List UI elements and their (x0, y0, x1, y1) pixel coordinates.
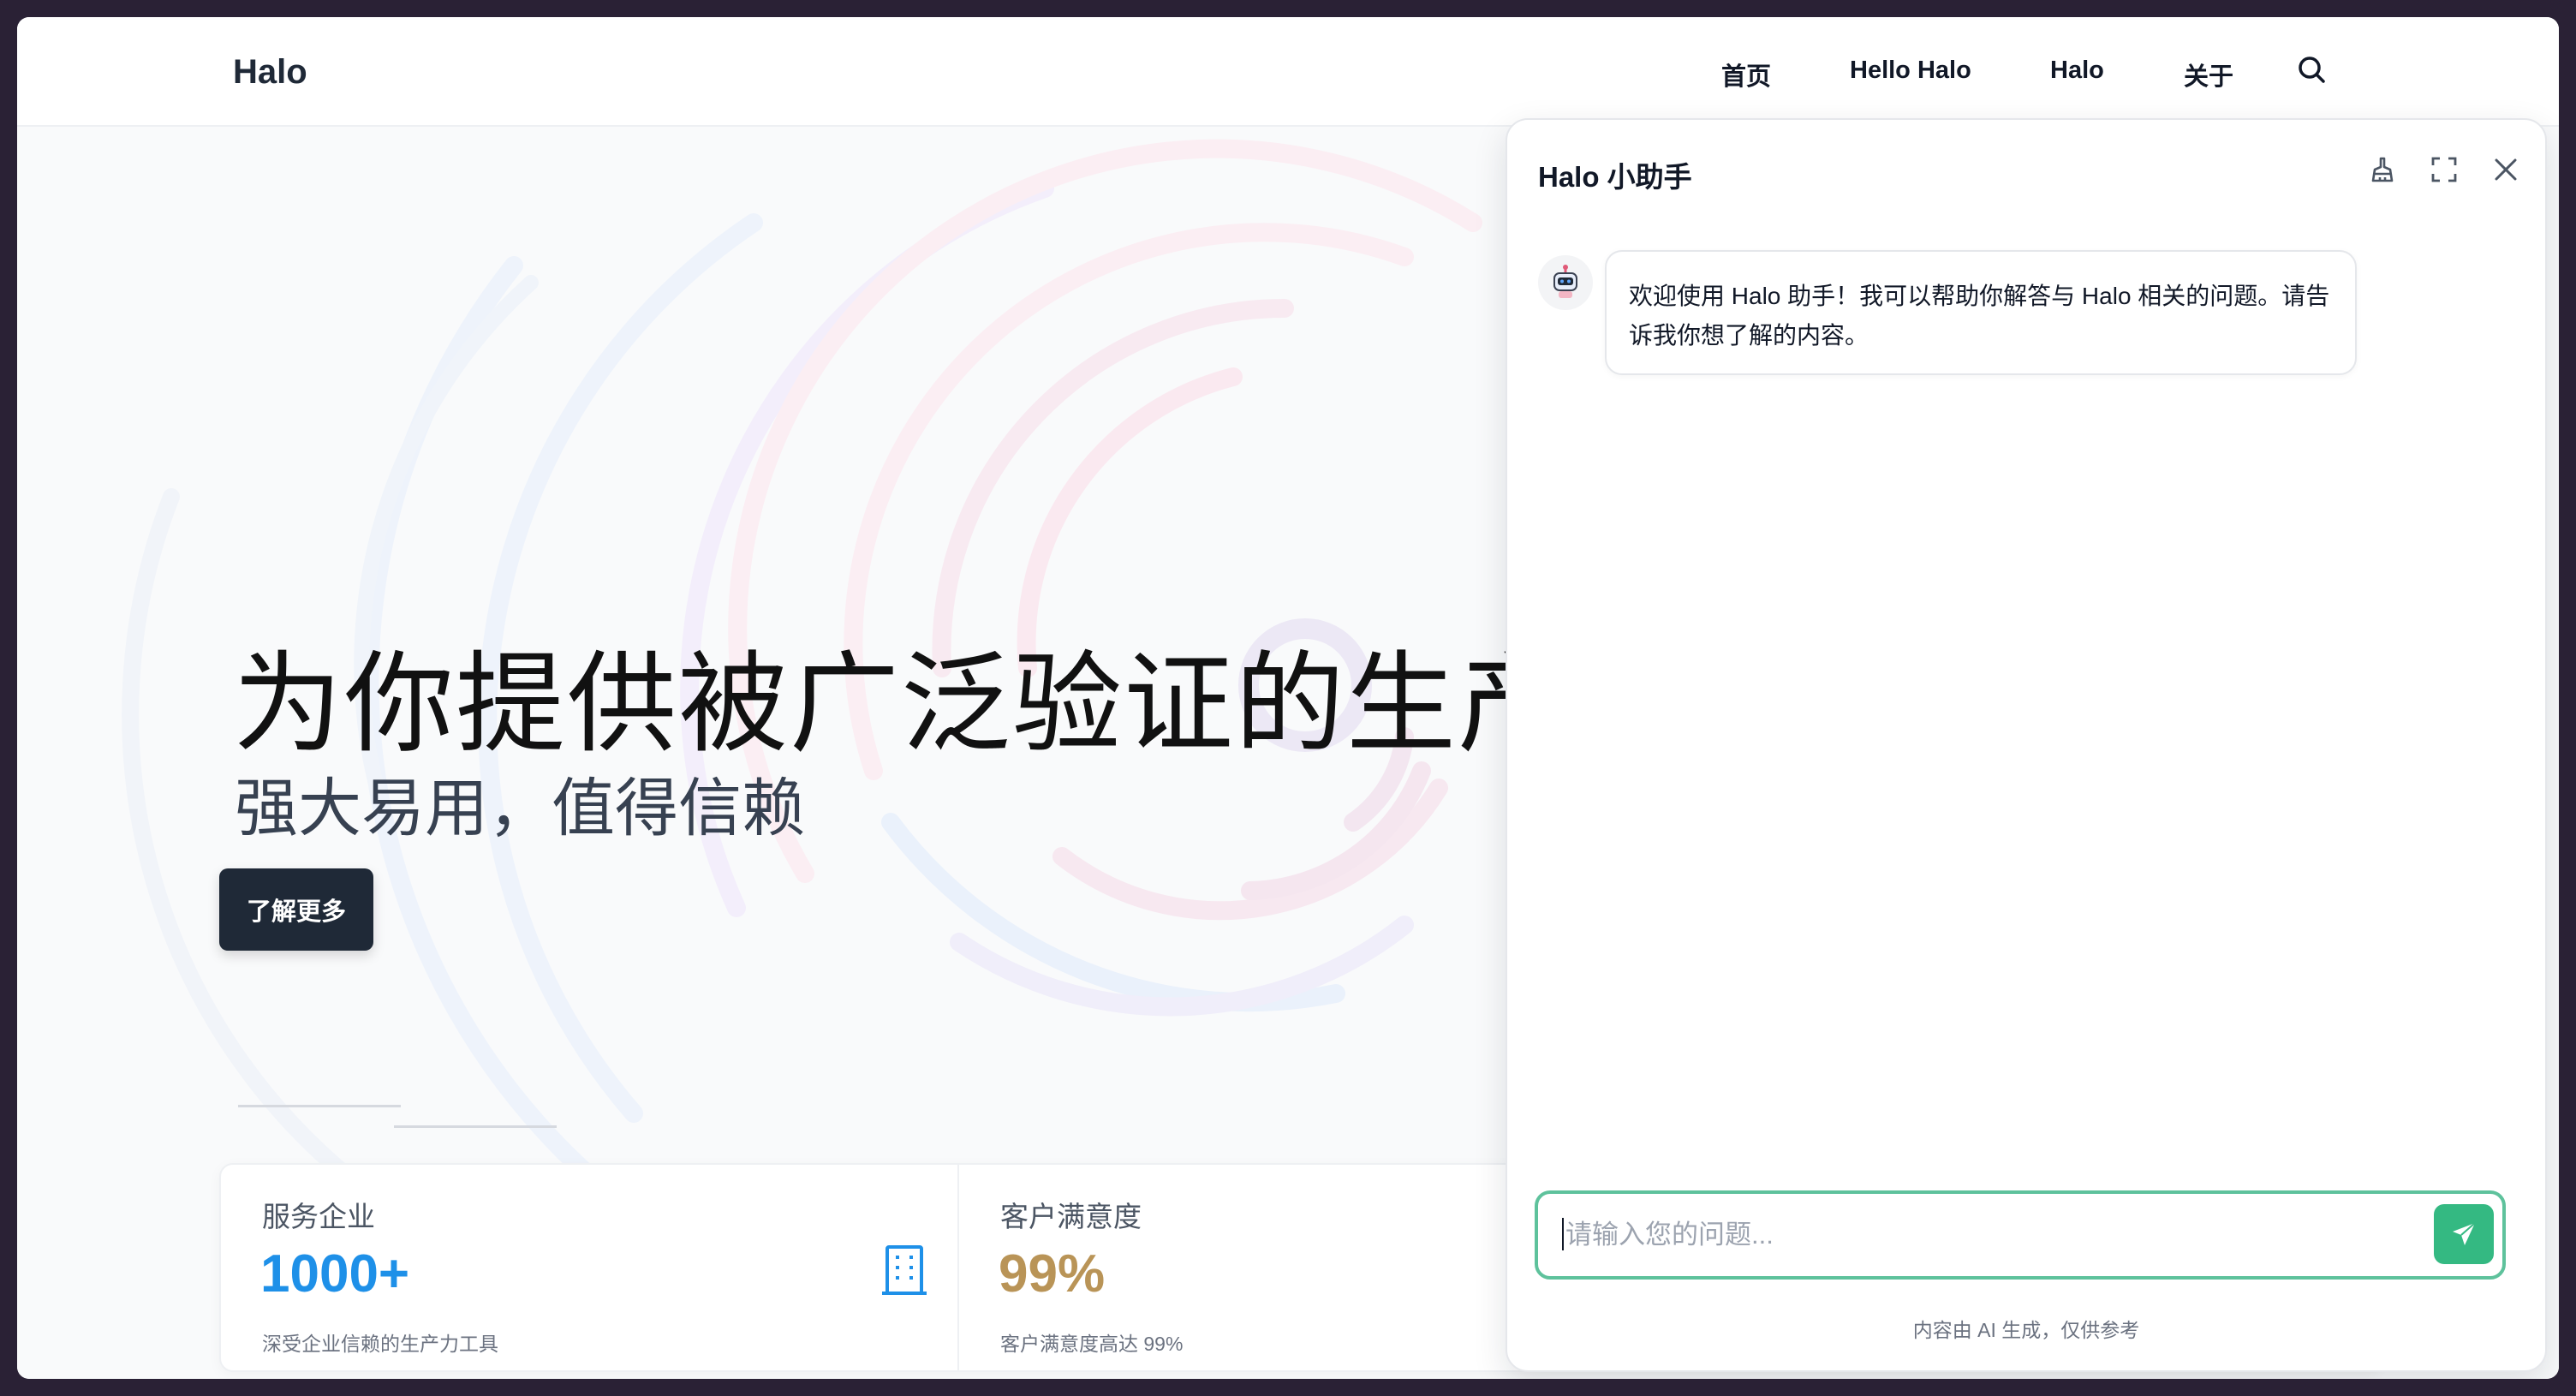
nav-item-about[interactable]: 关于 (2184, 57, 2233, 92)
fullscreen-icon[interactable] (2425, 151, 2463, 188)
assistant-chat-panel: Halo 小助手 欢迎使用 Halo 助手！我可以帮助你解答与 Halo 相关的… (1506, 118, 2547, 1372)
stat-label: 客户满意度 (1000, 1201, 1142, 1232)
slider-indicator-prev[interactable] (238, 1105, 401, 1107)
clean-icon[interactable] (2364, 151, 2401, 188)
nav-item-hello-halo[interactable]: Hello Halo (1850, 57, 1971, 85)
hero-subtitle: 强大易用，值得信赖 (235, 773, 805, 844)
send-icon (2453, 1222, 2476, 1245)
stat-label: 服务企业 (262, 1201, 375, 1232)
hero-title: 为你提供被广泛验证的生产力 (233, 643, 1681, 766)
message-text-line: 欢迎使用 Halo 助手！我可以帮助你解答与 Halo 相关的问题。请告 (1629, 283, 2330, 309)
stat-card-companies: 服务企业 1000+ 深受企业信赖的生产力工具 (221, 1165, 957, 1370)
message-text-line: 诉我你想了解的内容。 (1629, 322, 1869, 349)
stat-description: 客户满意度高达 99% (1000, 1333, 1184, 1355)
bot-avatar (1538, 255, 1593, 310)
nav-item-halo[interactable]: Halo (2050, 57, 2104, 85)
site-header: Halo 首页 Hello Halo Halo 关于 (17, 17, 2559, 127)
chat-input[interactable] (1564, 1214, 2389, 1256)
chat-input-box[interactable] (1535, 1190, 2506, 1280)
building-icon (879, 1242, 930, 1298)
text-caret (1562, 1218, 1564, 1250)
stat-value: 1000+ (260, 1244, 410, 1304)
search-icon[interactable] (2295, 53, 2329, 87)
chat-title: Halo 小助手 (1538, 161, 1692, 193)
send-button[interactable] (2434, 1204, 2494, 1264)
learn-more-button[interactable]: 了解更多 (219, 868, 373, 951)
site-logo[interactable]: Halo (233, 53, 307, 92)
browser-window: 为你提供被广泛验证的生产力 强大易用，值得信赖 了解更多 Halo 首页 Hel… (17, 17, 2559, 1379)
stat-value: 99% (999, 1244, 1106, 1304)
ai-disclaimer: 内容由 AI 生成，仅供参考 (1912, 1319, 2140, 1341)
stat-description: 深受企业信赖的生产力工具 (262, 1333, 498, 1355)
assistant-message-bubble: 欢迎使用 Halo 助手！我可以帮助你解答与 Halo 相关的问题。请告 诉我你… (1605, 250, 2357, 375)
close-icon[interactable] (2487, 151, 2525, 188)
nav-item-home[interactable]: 首页 (1721, 57, 1771, 92)
slider-indicator-next[interactable] (394, 1125, 557, 1128)
